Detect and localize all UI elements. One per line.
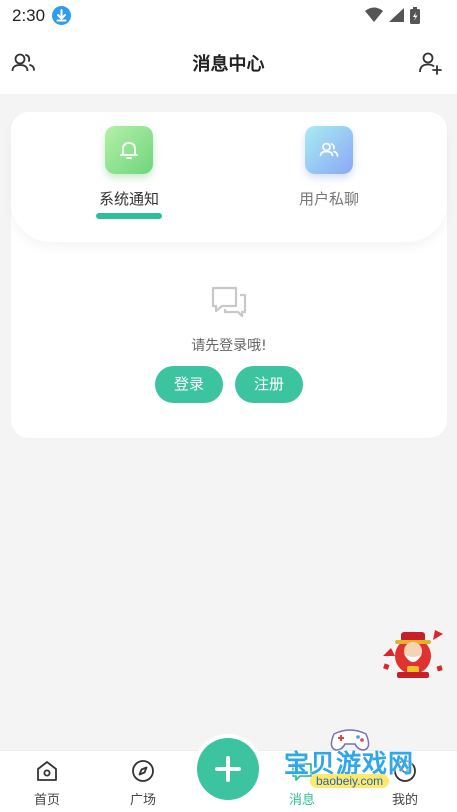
site-watermark: 宝贝游戏网 baobeiy.com [282, 724, 432, 808]
wifi-icon [364, 7, 383, 22]
login-prompt: 请先登录哦! [191, 338, 267, 354]
login-button[interactable]: 登录 [155, 366, 223, 403]
create-post-button[interactable] [197, 738, 259, 800]
page-title: 消息中心 [192, 54, 265, 75]
status-time: 2:30 [12, 6, 46, 25]
status-bar: 2:30 [0, 0, 457, 32]
battery-icon [410, 7, 420, 24]
message-tabs: 系统通知 用户私聊 [11, 112, 447, 242]
bell-icon [105, 126, 153, 174]
tabbar-plaza[interactable]: 广场 [113, 759, 173, 808]
register-button[interactable]: 注册 [235, 366, 303, 403]
tab-private-chat-label: 用户私聊 [298, 190, 359, 208]
users-icon [305, 126, 353, 174]
chat-bubbles-icon [210, 285, 248, 319]
home-icon [37, 761, 57, 781]
watermark-url: baobeiy.com [310, 774, 390, 788]
floating-god-of-wealth-icon[interactable] [381, 626, 445, 680]
tabbar-plaza-label: 广场 [129, 793, 156, 808]
tabbar-home-label: 首页 [33, 793, 60, 808]
compass-icon [132, 760, 154, 782]
download-icon [52, 6, 71, 25]
tab-system-notice[interactable]: 系统通知 [69, 126, 189, 219]
tab-system-notice-label: 系统通知 [98, 190, 159, 208]
tabbar-home[interactable]: 首页 [17, 759, 77, 808]
status-icons [364, 7, 421, 26]
message-card: 系统通知 用户私聊 请先登录哦! 登录 注册 [11, 112, 447, 438]
plus-icon [215, 756, 241, 782]
tab-private-chat[interactable]: 用户私聊 [269, 126, 389, 209]
active-tab-indicator [96, 213, 162, 219]
signal-icon [388, 8, 404, 22]
add-user-icon[interactable] [417, 50, 443, 76]
header: 消息中心 [0, 32, 457, 94]
